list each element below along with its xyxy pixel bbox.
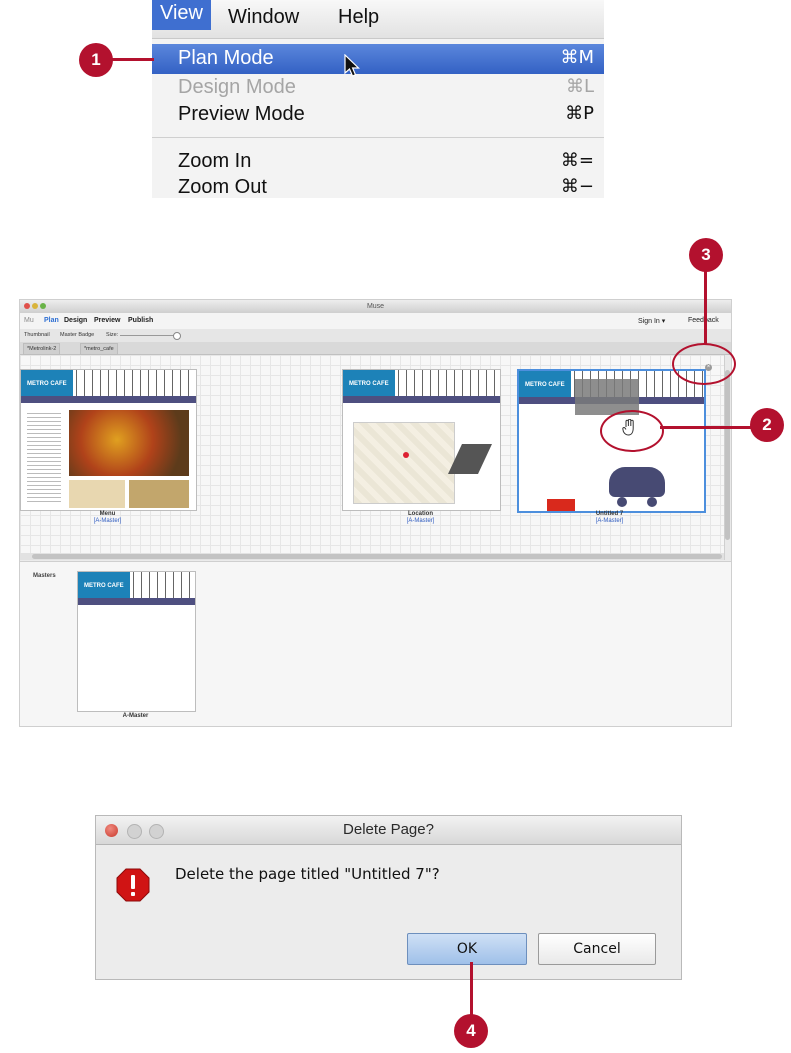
- menu-bar: View Window Help: [152, 0, 604, 39]
- sign-in-button[interactable]: Sign In ▾: [638, 317, 665, 325]
- brand-logo: METRO CAFE: [21, 370, 73, 396]
- zoom-dot[interactable]: [40, 303, 46, 309]
- callout-2-line: [660, 426, 752, 429]
- callout-2: 2: [750, 408, 784, 442]
- size-slider[interactable]: [120, 335, 180, 336]
- page-name-untitled-7: Untitled 7: [595, 511, 624, 517]
- menu-item-label: Preview Mode: [178, 103, 305, 125]
- menu-shortcut: ⌘−: [560, 176, 594, 197]
- document-tabs: *Metrolink-2 *metro_cafe: [20, 342, 731, 355]
- master-thumbnail-a[interactable]: METRO CAFE: [77, 571, 196, 712]
- menu-help[interactable]: Help: [338, 6, 379, 29]
- car-wheel: [617, 497, 627, 507]
- zoom-button: [149, 824, 164, 839]
- map-pin-icon: [403, 452, 409, 458]
- mode-publish[interactable]: Publish: [128, 317, 153, 324]
- master-name: A-Master: [122, 713, 149, 719]
- masters-label: Masters: [33, 573, 56, 579]
- brand-logo: METRO CAFE: [519, 371, 571, 397]
- callout-4: 4: [454, 1014, 488, 1048]
- page-name-menu: Menu: [99, 511, 116, 517]
- master-link[interactable]: [A-Master]: [20, 518, 195, 524]
- tab-metrolink[interactable]: *Metrolink-2: [23, 343, 61, 355]
- mode-design[interactable]: Design: [64, 317, 87, 324]
- callout-3-line: [704, 266, 707, 344]
- callout-3: 3: [689, 238, 723, 272]
- hand-cursor-icon: [622, 419, 634, 436]
- red-block: [547, 499, 575, 511]
- vertical-scroll-thumb[interactable]: [725, 370, 730, 540]
- mode-preview[interactable]: Preview: [94, 317, 120, 324]
- view-menu-screenshot: View Window Help Plan Mode ⌘M Design Mod…: [152, 0, 604, 198]
- ok-button[interactable]: OK: [407, 933, 527, 965]
- mouse-pointer-icon: [344, 54, 360, 77]
- mode-plan[interactable]: Plan: [44, 317, 59, 324]
- menu-shortcut: ⌘M: [560, 47, 594, 68]
- menu-item-label: Design Mode: [178, 76, 296, 98]
- callout-3-ring: [672, 343, 736, 385]
- dialog-message: Delete the page titled "Untitled 7"?: [175, 865, 440, 883]
- callout-1-line: [112, 58, 154, 61]
- horizontal-scroll-thumb[interactable]: [32, 554, 722, 559]
- page-name-location: Location: [408, 511, 433, 517]
- thumbnail-nav: [343, 396, 500, 403]
- size-label: Size:: [106, 332, 119, 338]
- car-wheel: [647, 497, 657, 507]
- muse-toolbar: Mu Plan Design Preview Publish Sign In ▾…: [20, 313, 731, 330]
- warning-icon: [116, 868, 150, 902]
- page-thumbnail-menu[interactable]: METRO CAFE: [20, 369, 197, 511]
- master-link[interactable]: [A-Master]: [342, 518, 499, 524]
- text-block: [27, 410, 61, 502]
- menu-item-label: Plan Mode: [178, 47, 274, 69]
- menu-item-label: Zoom In: [178, 150, 252, 172]
- menu-item-preview-mode[interactable]: Preview Mode ⌘P: [152, 100, 604, 130]
- menu-shortcut: ⌘=: [560, 150, 594, 171]
- menu-window[interactable]: Window: [228, 6, 299, 29]
- thumbnail-nav: [21, 396, 196, 403]
- menu-separator: [152, 137, 604, 138]
- thumbnail-checkbox[interactable]: Thumbnail: [24, 332, 50, 338]
- thumbnail-nav: [78, 598, 195, 605]
- master-link[interactable]: [A-Master]: [517, 518, 702, 524]
- menu-item-label: Zoom Out: [178, 176, 267, 198]
- menu-shortcut: ⌘P: [565, 103, 594, 124]
- menu-item-design-mode: Design Mode ⌘L: [152, 73, 604, 103]
- size-slider-knob[interactable]: [173, 332, 181, 340]
- close-dot[interactable]: [24, 303, 30, 309]
- page-thumbnail-location[interactable]: METRO CAFE: [342, 369, 501, 511]
- minimize-button: [127, 824, 142, 839]
- callout-1: 1: [79, 43, 113, 77]
- brand-logo: METRO CAFE: [343, 370, 395, 396]
- muse-logo: Mu: [24, 317, 34, 324]
- food-photo-3: [129, 480, 189, 508]
- menu-item-zoom-out[interactable]: Zoom Out ⌘−: [152, 173, 604, 198]
- plan-options-bar: Thumbnail Master Badge Size:: [20, 329, 731, 343]
- minimize-dot[interactable]: [32, 303, 38, 309]
- tab-metro-cafe[interactable]: *metro_cafe: [80, 343, 118, 355]
- callout-4-line: [470, 962, 473, 1018]
- window-title: Muse: [20, 300, 731, 313]
- cancel-button[interactable]: Cancel: [538, 933, 656, 965]
- brand-logo: METRO CAFE: [78, 572, 130, 598]
- menu-shortcut: ⌘L: [565, 76, 594, 97]
- menu-item-plan-mode[interactable]: Plan Mode ⌘M: [152, 44, 604, 74]
- car-graphic: [609, 467, 665, 497]
- delete-page-dialog: Delete Page? Delete the page titled "Unt…: [95, 815, 682, 980]
- close-button[interactable]: [105, 824, 118, 837]
- dialog-title: Delete Page?: [96, 816, 681, 845]
- food-photo-2: [69, 480, 125, 508]
- master-badge-checkbox[interactable]: Master Badge: [60, 332, 94, 338]
- food-photo: [69, 410, 189, 476]
- muse-plan-view-screenshot: Muse Mu Plan Design Preview Publish Sign…: [20, 300, 731, 726]
- map-image: [353, 422, 455, 504]
- menu-view[interactable]: View: [152, 0, 211, 30]
